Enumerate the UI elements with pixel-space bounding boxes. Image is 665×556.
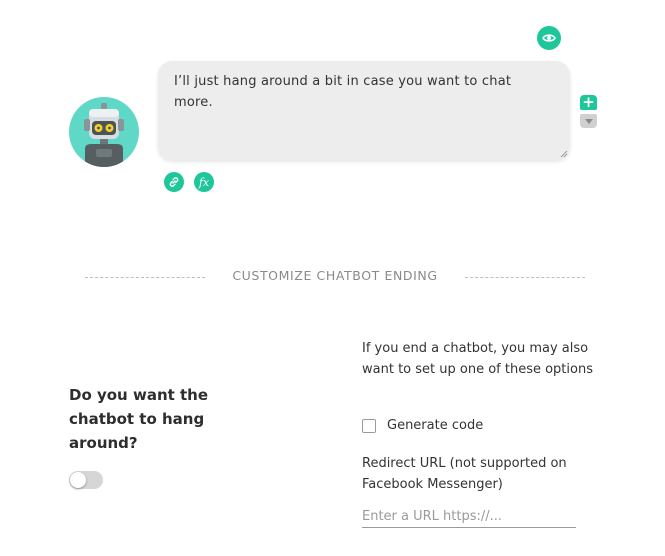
generate-code-option[interactable]: Generate code — [362, 418, 483, 433]
eye-icon — [542, 34, 556, 42]
message-text[interactable]: I’ll just hang around a bit in case you … — [174, 71, 554, 113]
generate-code-label[interactable]: Generate code — [387, 418, 483, 433]
bot-avatar — [69, 97, 139, 167]
add-message-button[interactable]: + — [580, 95, 597, 110]
message-bubble[interactable]: I’ll just hang around a bit in case you … — [158, 61, 570, 160]
redirect-url-input[interactable] — [362, 505, 576, 528]
robot-icon — [84, 103, 124, 167]
hang-around-toggle[interactable] — [69, 471, 103, 489]
divider-right — [465, 277, 585, 278]
toggle-knob — [70, 472, 86, 488]
preview-button[interactable] — [537, 26, 561, 50]
redirect-url-label: Redirect URL (not supported on Facebook … — [362, 456, 567, 492]
hang-around-question: Do you want the chatbot to hang around? — [69, 386, 209, 452]
section-title: CUSTOMIZE CHATBOT ENDING — [232, 268, 438, 283]
divider-left — [85, 277, 205, 278]
generate-code-checkbox[interactable] — [362, 418, 376, 433]
function-icon: fx — [198, 175, 210, 189]
resize-handle-icon[interactable] — [560, 150, 568, 158]
insert-function-button[interactable]: fx — [194, 172, 214, 192]
link-icon — [169, 177, 179, 187]
ending-options-description: If you end a chatbot, you may also want … — [362, 341, 593, 377]
add-link-button[interactable] — [164, 172, 184, 192]
move-down-button[interactable] — [580, 114, 597, 128]
